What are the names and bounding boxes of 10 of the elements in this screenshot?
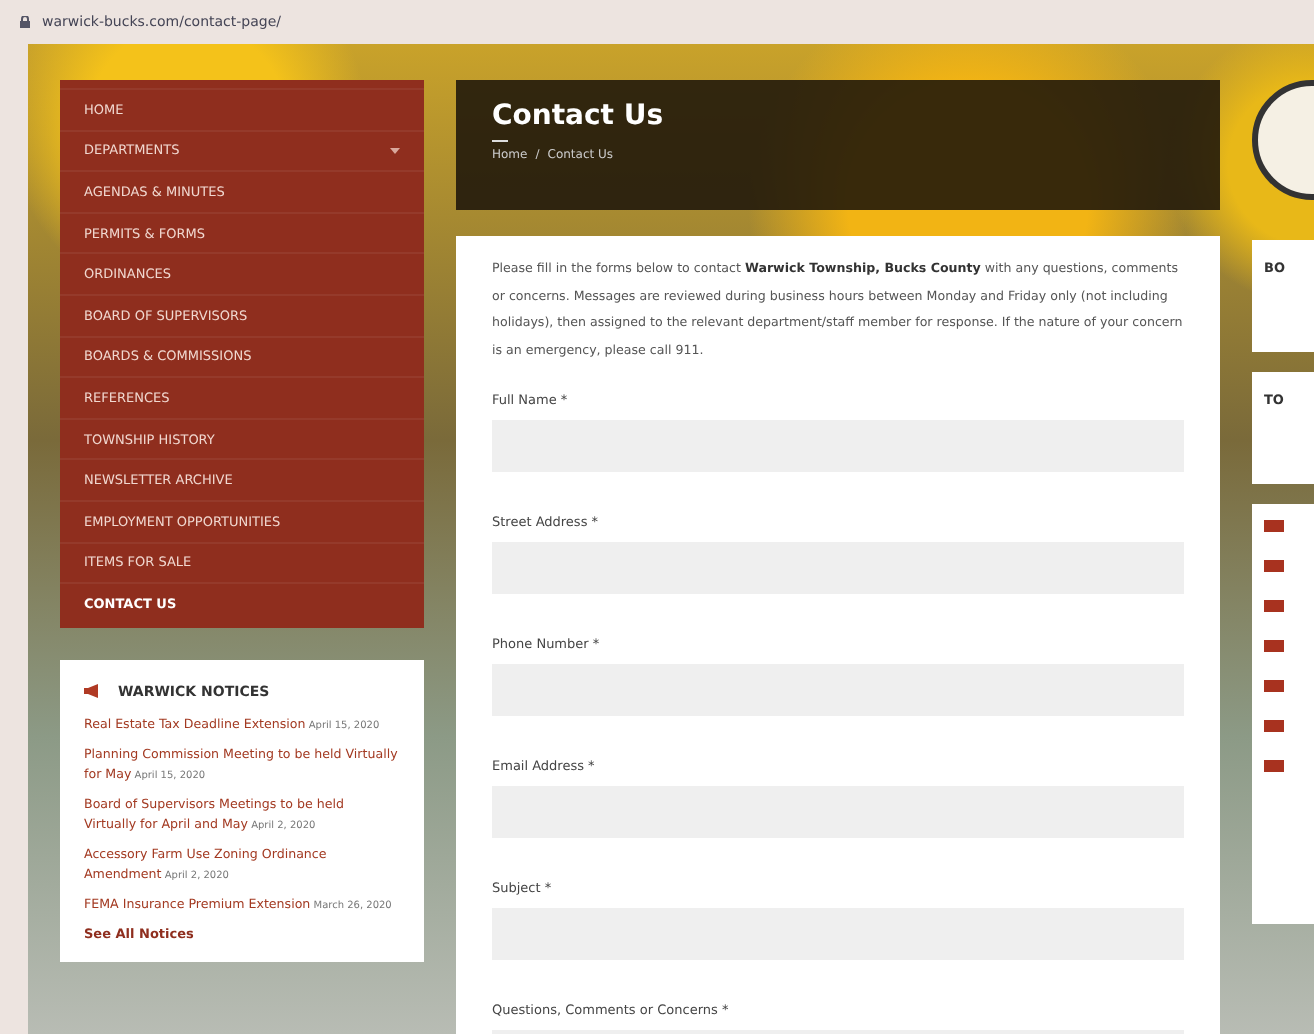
event-tag-icon xyxy=(1264,640,1284,652)
event-tag-icon xyxy=(1264,680,1284,692)
megaphone-icon xyxy=(84,684,102,699)
event-tag-icon xyxy=(1264,560,1284,572)
page-title: Contact Us xyxy=(492,100,666,132)
event-tag-icon xyxy=(1264,600,1284,612)
lock-icon xyxy=(20,16,30,28)
event-tag-icon xyxy=(1264,720,1284,732)
event-tag-icon xyxy=(1264,520,1284,532)
event-tag-icon xyxy=(1264,760,1284,772)
